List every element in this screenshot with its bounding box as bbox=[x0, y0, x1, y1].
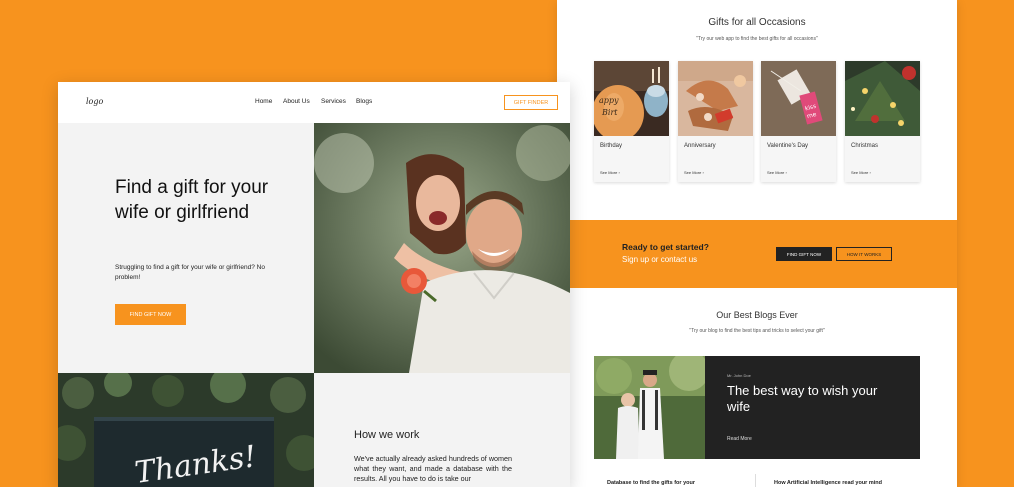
thanks-card-photo: Thanks! bbox=[58, 373, 314, 487]
see-more-link[interactable]: See More › bbox=[684, 170, 704, 175]
gift-finder-button[interactable]: GIFT FINDER bbox=[504, 95, 558, 110]
nav-link-about-us[interactable]: About Us bbox=[283, 98, 310, 105]
blogs-subtitle: "Try our blog to find the best tips and … bbox=[689, 328, 825, 334]
blog-author: Mr. John Doe bbox=[727, 373, 751, 378]
top-nav: logo Home About Us Services Blogs GIFT F… bbox=[58, 82, 570, 123]
cta-banner: Ready to get started? Sign up or contact… bbox=[557, 220, 957, 288]
birthday-image: appy Birt bbox=[594, 61, 669, 136]
find-gift-now-button[interactable]: FIND GIFT NOW bbox=[115, 304, 186, 325]
cta-heading: Ready to get started? bbox=[622, 242, 709, 252]
cta-subheading: Sign up or contact us bbox=[622, 255, 698, 264]
svg-text:Birt: Birt bbox=[601, 108, 618, 117]
occasion-card-anniversary[interactable]: Anniversary See More › bbox=[678, 61, 753, 182]
occasion-card-valentines[interactable]: kiss me Valentine's Day See More › bbox=[761, 61, 836, 182]
anniversary-image bbox=[678, 61, 753, 136]
blog-teaser[interactable]: How Artificial Intelligence read your mi… bbox=[774, 480, 882, 486]
featured-blog-card[interactable]: Mr. John Doe The best way to wish your w… bbox=[594, 356, 920, 459]
find-gift-now-button[interactable]: FIND GIFT NOW bbox=[776, 247, 832, 261]
occasions-title: Gifts for all Occasions bbox=[708, 17, 806, 28]
how-we-work-section: How we work We've actually already asked… bbox=[314, 373, 570, 487]
christmas-image bbox=[845, 61, 920, 136]
divider bbox=[755, 474, 756, 487]
occasion-card-label: Christmas bbox=[851, 143, 879, 149]
see-more-link[interactable]: See More › bbox=[600, 170, 620, 175]
svg-text:appy: appy bbox=[599, 96, 619, 105]
couple-photo bbox=[314, 123, 570, 373]
hero-section: Find a gift for your wife or girlfriend … bbox=[58, 123, 314, 373]
see-more-link[interactable]: See More › bbox=[767, 170, 787, 175]
hero-heading: Find a gift for your wife or girlfriend bbox=[115, 177, 269, 223]
landing-page-preview: logo Home About Us Services Blogs GIFT F… bbox=[58, 82, 570, 487]
read-more-link[interactable]: Read More bbox=[727, 436, 752, 442]
see-more-link[interactable]: See More › bbox=[851, 170, 871, 175]
blogs-title: Our Best Blogs Ever bbox=[716, 310, 798, 320]
valentines-image: kiss me bbox=[761, 61, 836, 136]
occasion-card-label: Anniversary bbox=[684, 143, 716, 149]
how-we-work-title: How we work bbox=[354, 429, 420, 441]
occasion-card-label: Birthday bbox=[600, 143, 623, 149]
featured-blog-image bbox=[594, 356, 705, 459]
how-we-work-text: We've actually already asked hundreds of… bbox=[354, 454, 512, 483]
occasion-card-christmas[interactable]: Christmas See More › bbox=[845, 61, 920, 182]
occasion-card-birthday[interactable]: appy Birt Birthday See More › bbox=[594, 61, 669, 182]
occasion-cards: appy Birt Birthday See More › Anniversar… bbox=[594, 61, 920, 182]
hero-text: Struggling to find a gift for your wife … bbox=[115, 264, 265, 281]
nav-link-services[interactable]: Services bbox=[321, 98, 346, 105]
nav-link-home[interactable]: Home bbox=[255, 98, 272, 105]
occasion-card-label: Valentine's Day bbox=[767, 143, 809, 149]
how-it-works-button[interactable]: HOW IT WORKS bbox=[836, 247, 892, 261]
nav-link-blogs[interactable]: Blogs bbox=[356, 98, 372, 105]
blog-headline: The best way to wish your wife bbox=[727, 383, 878, 414]
blog-teaser[interactable]: Database to find the gifts for your bbox=[607, 480, 695, 486]
logo[interactable]: logo bbox=[86, 97, 103, 106]
secondary-page-preview: Gifts for all Occasions "Try our web app… bbox=[557, 0, 957, 487]
occasions-subtitle: "Try our web app to find the best gifts … bbox=[696, 36, 818, 42]
